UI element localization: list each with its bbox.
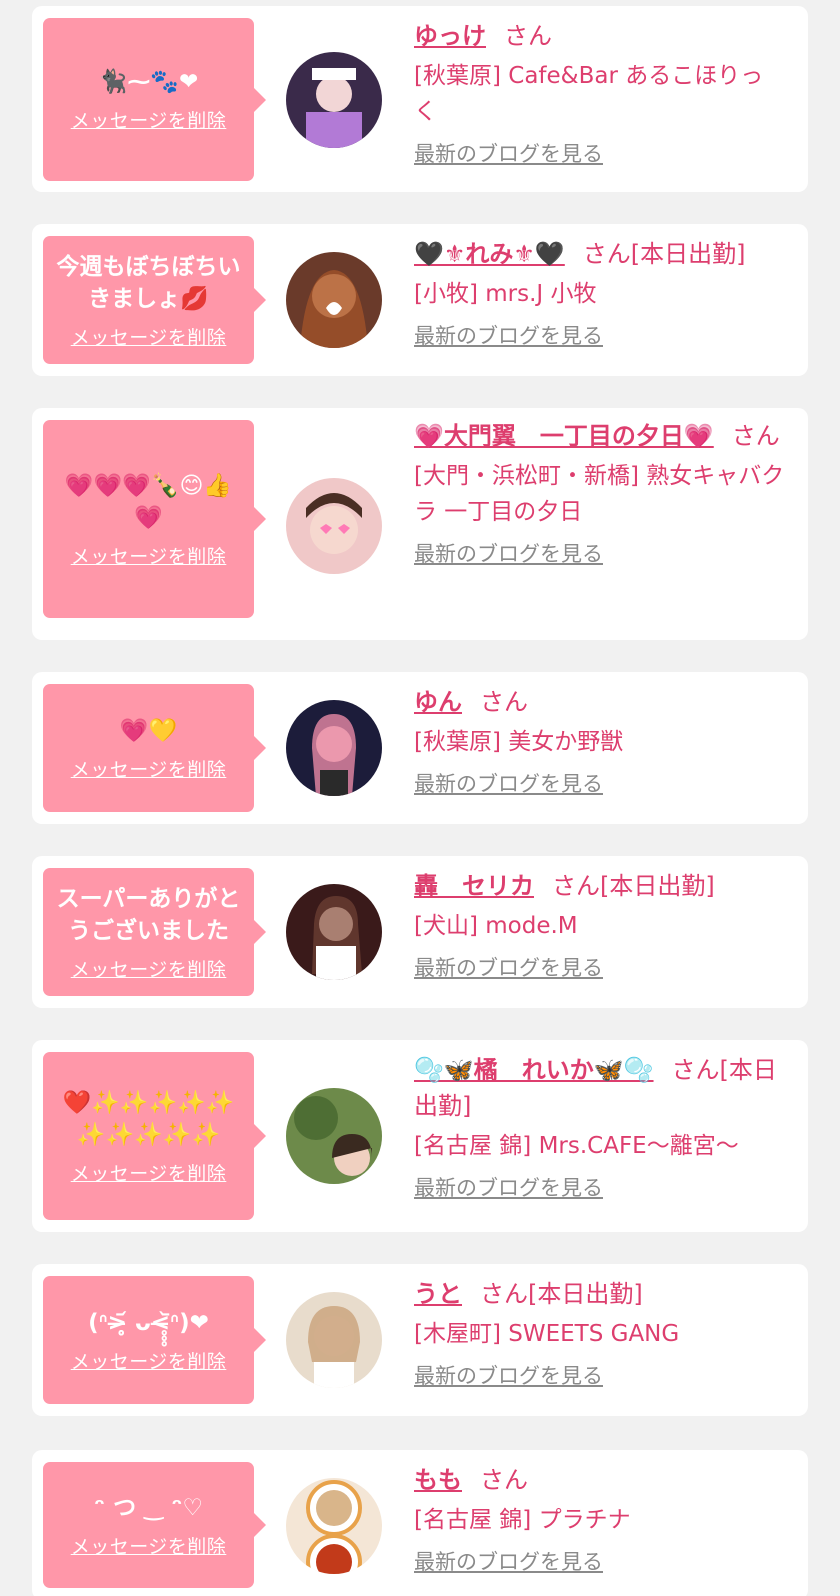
message-text: スーパーありがとうございました	[56, 885, 241, 944]
latest-blog-link[interactable]: 最新のブログを見る	[414, 952, 603, 982]
delete-message-link[interactable]: メッセージを削除	[71, 755, 227, 782]
cast-info: ゆん さん [秋葉原] 美女か野獣 最新のブログを見る	[414, 684, 786, 798]
honorific: さん	[552, 872, 600, 900]
cast-name-link[interactable]: 轟 セリカ	[414, 872, 534, 900]
list-item: (ᐢ>̶̥̥̥᷄ ᴗ<̶̥̥̥᷅ᐢ)❤ メッセージを削除 うと さん[本日出勤] …	[32, 1264, 808, 1416]
latest-blog-link[interactable]: 最新のブログを見る	[414, 320, 603, 350]
message-text: (ᐢ>̶̥̥̥᷄ ᴗ<̶̥̥̥᷅ᐢ)❤	[88, 1309, 209, 1336]
latest-blog-link[interactable]: 最新のブログを見る	[414, 538, 603, 568]
avatar[interactable]	[286, 1088, 382, 1184]
latest-blog-link[interactable]: 最新のブログを見る	[414, 768, 603, 798]
latest-blog-link[interactable]: 最新のブログを見る	[414, 1360, 603, 1390]
message-text: 💗💛	[119, 717, 178, 744]
work-status: [本日出勤]	[600, 872, 715, 900]
cast-info: 🖤⚜れみ⚜🖤 さん[本日出勤] [小牧] mrs.J 小牧 最新のブログを見る	[414, 236, 786, 350]
delete-message-link[interactable]: メッセージを削除	[71, 955, 227, 982]
message-text: 💗💗💗🍾😊👍💗	[64, 472, 233, 531]
honorific: さん	[480, 1466, 528, 1494]
cast-info: 🫧🦋橘 れいか🦋🫧 さん[本日出勤] [名古屋 錦] Mrs.CAFE〜離宮〜 最…	[414, 1052, 786, 1202]
message-bubble: 💗💛 メッセージを削除	[43, 684, 266, 812]
shop-name: [小牧] mrs.J 小牧	[414, 281, 597, 307]
avatar[interactable]	[286, 52, 382, 148]
honorific: さん	[731, 422, 780, 450]
honorific: さん	[504, 22, 552, 50]
list-item: 今週もぼちぼちいきましょ💋 メッセージを削除 🖤⚜れみ⚜🖤 さん[本日出勤] [小…	[32, 224, 808, 376]
delete-message-link[interactable]: メッセージを削除	[71, 106, 227, 133]
avatar[interactable]	[286, 1292, 382, 1388]
avatar[interactable]	[286, 252, 382, 348]
message-bubble: ᵔ つ ‿ ᵔ♡ メッセージを削除	[43, 1462, 266, 1588]
delete-message-link[interactable]: メッセージを削除	[71, 1532, 227, 1559]
shop-name: [大門・浜松町・新橋] 熟女キャバクラ 一丁目の夕日	[414, 463, 785, 525]
cast-name-link[interactable]: もも	[414, 1466, 462, 1494]
message-bubble: 🐈‍⬛⁓🐾❤ メッセージを削除	[43, 18, 266, 181]
honorific: さん	[480, 1280, 528, 1308]
delete-message-link[interactable]: メッセージを削除	[71, 1347, 227, 1374]
cast-info: 轟 セリカ さん[本日出勤] [犬山] mode.M 最新のブログを見る	[414, 868, 786, 982]
cast-info: もも さん [名古屋 錦] プラチナ 最新のブログを見る	[414, 1462, 786, 1576]
avatar[interactable]	[286, 478, 382, 574]
cast-name-link[interactable]: うと	[414, 1280, 462, 1308]
message-text: 今週もぼちぼちいきましょ💋	[56, 253, 241, 312]
honorific: さん	[582, 240, 631, 268]
latest-blog-link[interactable]: 最新のブログを見る	[414, 138, 603, 168]
cast-info: うと さん[本日出勤] [木屋町] SWEETS GANG 最新のブログを見る	[414, 1276, 786, 1390]
list-item: ❤️✨✨✨✨✨✨✨✨✨✨ メッセージを削除 🫧🦋橘 れいか🦋🫧 さん[本日出勤] …	[32, 1040, 808, 1232]
work-status: [本日出勤]	[630, 240, 746, 268]
cast-name-link[interactable]: 🖤⚜れみ⚜🖤	[414, 240, 565, 268]
list-item: 💗💛 メッセージを削除 ゆん さん [秋葉原] 美女か野獣 最新のブログを見る	[32, 672, 808, 824]
message-bubble: スーパーありがとうございました メッセージを削除	[43, 868, 266, 996]
work-status: [本日出勤]	[528, 1280, 643, 1308]
list-item: 💗💗💗🍾😊👍💗 メッセージを削除 💗大門翼 一丁目の夕日💗 さん [大門・浜松町・…	[32, 408, 808, 640]
shop-name: [秋葉原] 美女か野獣	[414, 729, 624, 755]
message-bubble: ❤️✨✨✨✨✨✨✨✨✨✨ メッセージを削除	[43, 1052, 266, 1220]
latest-blog-link[interactable]: 最新のブログを見る	[414, 1172, 603, 1202]
cast-name-link[interactable]: ゆん	[414, 688, 462, 716]
message-text: 🐈‍⬛⁓🐾❤	[98, 69, 199, 95]
honorific: さん	[671, 1056, 720, 1084]
latest-blog-link[interactable]: 最新のブログを見る	[414, 1546, 603, 1576]
delete-message-link[interactable]: メッセージを削除	[71, 1159, 227, 1186]
message-bubble: 今週もぼちぼちいきましょ💋 メッセージを削除	[43, 236, 266, 364]
list-item: 🐈‍⬛⁓🐾❤ メッセージを削除 ゆっけ さん [秋葉原] Cafe&Bar あるこ…	[32, 6, 808, 192]
avatar[interactable]	[286, 1478, 382, 1574]
delete-message-link[interactable]: メッセージを削除	[71, 323, 227, 350]
honorific: さん	[480, 688, 528, 716]
cast-name-link[interactable]: ゆっけ	[414, 22, 486, 50]
cast-name-link[interactable]: 💗大門翼 一丁目の夕日💗	[414, 422, 714, 450]
shop-name: [犬山] mode.M	[414, 913, 578, 939]
shop-name: [木屋町] SWEETS GANG	[414, 1321, 680, 1347]
message-bubble: 💗💗💗🍾😊👍💗 メッセージを削除	[43, 420, 266, 618]
cast-name-link[interactable]: 🫧🦋橘 れいか🦋🫧	[414, 1056, 654, 1084]
cast-info: ゆっけ さん [秋葉原] Cafe&Bar あるこほりっく 最新のブログを見る	[414, 18, 786, 168]
avatar[interactable]	[286, 884, 382, 980]
shop-name: [名古屋 錦] プラチナ	[414, 1507, 631, 1533]
shop-name: [名古屋 錦] Mrs.CAFE〜離宮〜	[414, 1133, 739, 1159]
list-item: スーパーありがとうございました メッセージを削除 轟 セリカ さん[本日出勤] […	[32, 856, 808, 1008]
shop-name: [秋葉原] Cafe&Bar あるこほりっく	[414, 63, 764, 125]
delete-message-link[interactable]: メッセージを削除	[71, 542, 227, 569]
message-text: ❤️✨✨✨✨✨✨✨✨✨✨	[62, 1089, 235, 1148]
list-item: ᵔ つ ‿ ᵔ♡ メッセージを削除 もも さん [名古屋 錦] プラチナ 最新のブ…	[32, 1450, 808, 1596]
cast-info: 💗大門翼 一丁目の夕日💗 さん [大門・浜松町・新橋] 熟女キャバクラ 一丁目の夕…	[414, 418, 786, 568]
avatar[interactable]	[286, 700, 382, 796]
message-text: ᵔ つ ‿ ᵔ♡	[93, 1494, 204, 1521]
message-bubble: (ᐢ>̶̥̥̥᷄ ᴗ<̶̥̥̥᷅ᐢ)❤ メッセージを削除	[43, 1276, 266, 1404]
